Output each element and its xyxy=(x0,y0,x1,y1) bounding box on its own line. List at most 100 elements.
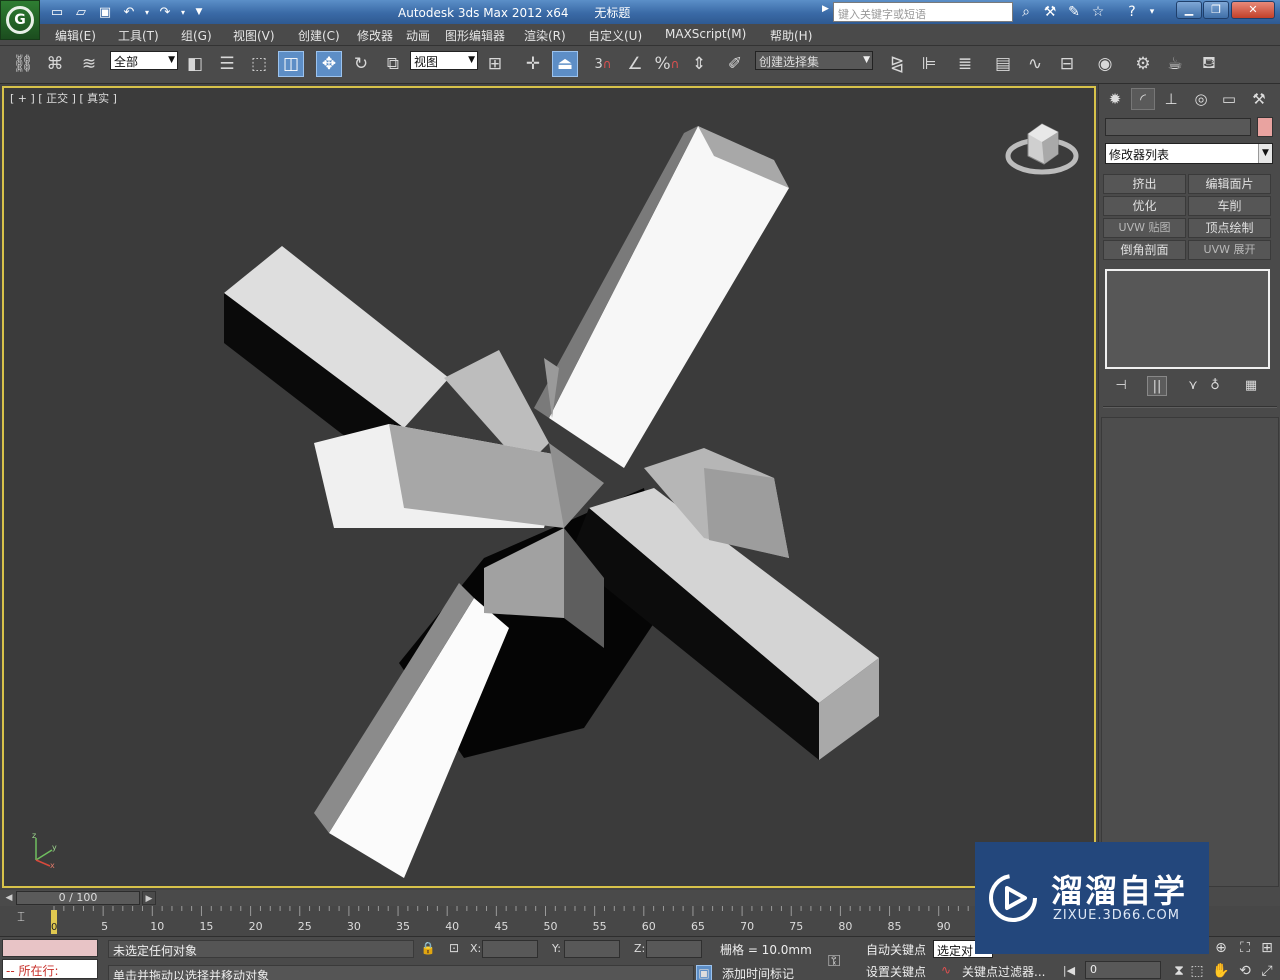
zoom-all-icon[interactable]: ⊞ xyxy=(1258,939,1276,957)
undo-dropdown-icon[interactable]: ▾ xyxy=(138,3,156,21)
remove-modifier-icon[interactable]: ♁ xyxy=(1205,376,1225,396)
edit-named-selection-icon[interactable]: ✐ xyxy=(722,51,748,77)
menu-help[interactable]: 帮助(H) xyxy=(770,27,812,44)
menu-maxscript[interactable]: MAXScript(M) xyxy=(665,27,746,41)
render-setup-icon[interactable]: ⚙ xyxy=(1130,51,1156,77)
keyboard-shortcut-override-icon[interactable]: ⏏ xyxy=(552,51,578,77)
previous-frame-arrow-icon[interactable]: ◀ xyxy=(3,891,15,905)
add-time-tag[interactable]: 添加时间标记 xyxy=(722,965,794,980)
angle-snap-icon[interactable]: ∠ xyxy=(622,51,648,77)
time-configuration-icon[interactable]: ⧗ xyxy=(1170,962,1188,980)
select-and-move-icon[interactable]: ✥ xyxy=(316,51,342,77)
y-coordinate-field[interactable] xyxy=(564,940,620,958)
named-selection-dropdown[interactable]: 创建选择集 ▼ xyxy=(755,51,873,70)
window-crossing-icon[interactable]: ◫ xyxy=(278,51,304,77)
track-ruler[interactable]: 5 10 15 20 25 30 35 40 45 50 55 60 65 70 75 80 85 90 0 xyxy=(0,906,980,936)
menu-tools[interactable]: 工具(T) xyxy=(118,27,159,44)
show-end-result-icon[interactable]: || xyxy=(1147,376,1167,396)
spinner-snap-icon[interactable]: ⇕ xyxy=(686,51,712,77)
hierarchy-tab-icon[interactable]: ⊥ xyxy=(1159,88,1183,110)
app-menu-button[interactable]: G xyxy=(0,0,40,40)
search-expand-icon[interactable]: ▶ xyxy=(822,4,832,20)
maximize-button[interactable]: ❐ xyxy=(1203,1,1229,19)
zoom-extents-icon[interactable]: ⛶ xyxy=(1236,939,1254,957)
go-to-start-icon[interactable]: |◀ xyxy=(1060,962,1078,980)
close-button[interactable]: ✕ xyxy=(1231,1,1275,19)
curve-editor-icon[interactable]: ∿ xyxy=(1022,51,1048,77)
create-tab-icon[interactable]: ✹ xyxy=(1103,88,1127,110)
render-production-icon[interactable]: ⛾ xyxy=(1196,51,1222,77)
configure-modifier-sets-icon[interactable]: ▦ xyxy=(1241,376,1261,396)
modifier-stack[interactable] xyxy=(1105,269,1270,369)
orbit-icon[interactable]: ⟲ xyxy=(1236,962,1254,980)
favorites-star-icon[interactable]: ☆ xyxy=(1088,3,1108,21)
modify-tab-icon[interactable]: ◜ xyxy=(1131,88,1155,110)
help-dropdown-icon[interactable]: ▾ xyxy=(1142,3,1162,21)
menu-group[interactable]: 组(G) xyxy=(181,27,212,44)
key-mode-curve-icon[interactable]: ∿ xyxy=(938,963,954,979)
next-frame-arrow-icon[interactable]: ▶ xyxy=(142,891,156,905)
bevel-profile-button[interactable]: 倒角剖面 xyxy=(1103,240,1186,260)
select-manipulate-icon[interactable]: ✛ xyxy=(520,51,546,77)
rectangular-selection-icon[interactable]: ⬚ xyxy=(246,51,272,77)
display-tab-icon[interactable]: ▭ xyxy=(1217,88,1241,110)
menu-create[interactable]: 创建(C) xyxy=(298,27,340,44)
extrude-button[interactable]: 挤出 xyxy=(1103,174,1186,194)
maxscript-listener-input[interactable] xyxy=(2,939,98,957)
unwrap-uvw-button[interactable]: UVW 展开 xyxy=(1188,240,1271,260)
pivot-center-icon[interactable]: ⊞ xyxy=(482,51,508,77)
current-frame-spinner[interactable]: 0 xyxy=(1085,961,1161,979)
motion-tab-icon[interactable]: ◎ xyxy=(1189,88,1213,110)
object-name-input[interactable] xyxy=(1105,118,1251,136)
align-icon[interactable]: ⊫ xyxy=(916,51,942,77)
select-and-rotate-icon[interactable]: ↻ xyxy=(348,51,374,77)
field-of-view-icon[interactable]: ⬚ xyxy=(1188,962,1206,980)
material-editor-icon[interactable]: ◉ xyxy=(1092,51,1118,77)
utilities-tab-icon[interactable]: ⚒ xyxy=(1247,88,1271,110)
viewcube-icon[interactable] xyxy=(1004,112,1084,182)
pin-stack-icon[interactable]: ⊣ xyxy=(1111,376,1131,396)
edit-patch-button[interactable]: 编辑面片 xyxy=(1188,174,1271,194)
z-coordinate-field[interactable] xyxy=(646,940,702,958)
zoom-icon[interactable]: ⊕ xyxy=(1212,939,1230,957)
select-and-link-icon[interactable]: ⛓ xyxy=(10,51,36,77)
maximize-viewport-icon[interactable]: ⤢ xyxy=(1258,962,1276,980)
auto-key-button[interactable]: 自动关键点 xyxy=(866,941,926,958)
menu-modifiers[interactable]: 修改器 xyxy=(357,27,393,44)
subscription-icon[interactable]: ⚒ xyxy=(1040,3,1060,21)
lock-selection-icon[interactable]: 🔒 xyxy=(420,941,436,957)
communication-icon[interactable]: ✎ xyxy=(1064,3,1084,21)
optimize-button[interactable]: 优化 xyxy=(1103,196,1186,216)
absolute-mode-icon[interactable]: ⊡ xyxy=(446,941,462,957)
modifier-list-dropdown[interactable]: 修改器列表 ▼ xyxy=(1105,143,1273,164)
mirror-icon[interactable]: ⧎ xyxy=(884,51,910,77)
undo-icon[interactable]: ↶ xyxy=(120,3,138,21)
minimize-button[interactable]: ▁ xyxy=(1176,1,1202,19)
menu-customize[interactable]: 自定义(U) xyxy=(588,27,642,44)
percent-snap-icon[interactable]: % ∩ xyxy=(654,51,680,77)
set-key-icon[interactable]: ⚿ xyxy=(828,951,840,971)
schematic-view-icon[interactable]: ⊟ xyxy=(1054,51,1080,77)
x-coordinate-field[interactable] xyxy=(482,940,538,958)
redo-icon[interactable]: ↷ xyxy=(156,3,174,21)
select-by-name-icon[interactable]: ☰ xyxy=(214,51,240,77)
menu-rendering[interactable]: 渲染(R) xyxy=(524,27,566,44)
object-color-swatch[interactable] xyxy=(1257,117,1273,137)
save-file-icon[interactable]: ▣ xyxy=(96,3,114,21)
key-filters-button[interactable]: 关键点过滤器... xyxy=(962,963,1045,980)
lathe-button[interactable]: 车削 xyxy=(1188,196,1271,216)
uvw-map-button[interactable]: UVW 贴图 xyxy=(1103,218,1186,238)
new-file-icon[interactable]: ▭ xyxy=(48,3,66,21)
pan-hand-icon[interactable]: ✋ xyxy=(1212,962,1230,980)
viewport-scene[interactable] xyxy=(4,88,1096,888)
unlink-icon[interactable]: ⌘ xyxy=(42,51,68,77)
search-input[interactable]: 键入关键字或短语 xyxy=(833,2,1013,22)
menu-animation[interactable]: 动画 xyxy=(406,27,430,44)
selection-filter-dropdown[interactable]: 全部 ▼ xyxy=(110,51,178,70)
open-file-icon[interactable]: ▱ xyxy=(72,3,90,21)
vertex-paint-button[interactable]: 顶点绘制 xyxy=(1188,218,1271,238)
snaps-toggle-icon[interactable]: 3 ∩ xyxy=(590,51,616,77)
graphite-tools-icon[interactable]: ▤ xyxy=(990,51,1016,77)
select-object-icon[interactable]: ◧ xyxy=(182,51,208,77)
time-tag-icon[interactable]: ▣ xyxy=(696,965,712,980)
